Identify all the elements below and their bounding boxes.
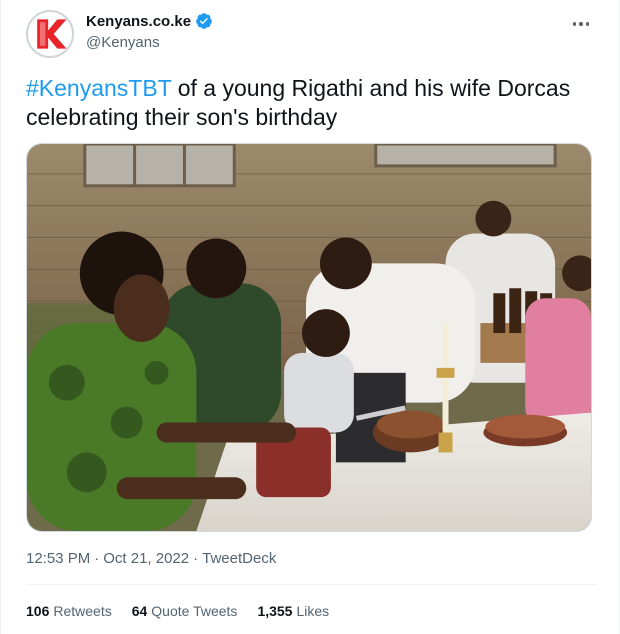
verified-badge-icon	[196, 13, 212, 29]
retweets-stat[interactable]: 106 Retweets	[26, 603, 112, 619]
tweet-date[interactable]: Oct 21, 2022	[103, 550, 189, 567]
author-avatar[interactable]	[26, 10, 74, 58]
more-options-icon[interactable]	[567, 12, 595, 36]
meta-separator: ·	[193, 550, 199, 567]
likes-count: 1,355	[257, 603, 293, 619]
hashtag-link[interactable]: #KenyansTBT	[26, 75, 171, 101]
tweet-source[interactable]: TweetDeck	[202, 550, 276, 567]
quote-tweets-stat[interactable]: 64 Quote Tweets	[132, 603, 238, 619]
birthday-photo-image	[27, 144, 591, 531]
tweet-text: #KenyansTBT of a young Rigathi and his w…	[26, 74, 596, 132]
quote-tweets-count: 64	[131, 603, 148, 619]
divider	[26, 584, 596, 585]
likes-label: Likes	[296, 603, 330, 619]
likes-stat[interactable]: 1,355 Likes	[257, 603, 329, 619]
author-name-text[interactable]: Kenyans.co.ke	[86, 13, 191, 30]
author-handle[interactable]: @Kenyans	[86, 34, 160, 51]
retweets-count: 106	[26, 603, 50, 619]
tweet-time[interactable]: 12:53 PM	[26, 550, 90, 567]
kenyans-logo-icon	[28, 12, 72, 56]
author-name[interactable]: Kenyans.co.ke	[86, 12, 213, 30]
quote-tweets-label: Quote Tweets	[151, 603, 238, 619]
meta-separator: ·	[94, 550, 100, 567]
tweet-photo[interactable]	[26, 143, 592, 532]
tweet-card: Kenyans.co.ke @Kenyans #KenyansTBT of a …	[0, 0, 620, 634]
tweet-meta: 12:53 PM · Oct 21, 2022 · TweetDeck	[26, 550, 276, 567]
retweets-label: Retweets	[53, 603, 112, 619]
tweet-stats: 106 Retweets 64 Quote Tweets 1,355 Likes	[26, 603, 329, 619]
